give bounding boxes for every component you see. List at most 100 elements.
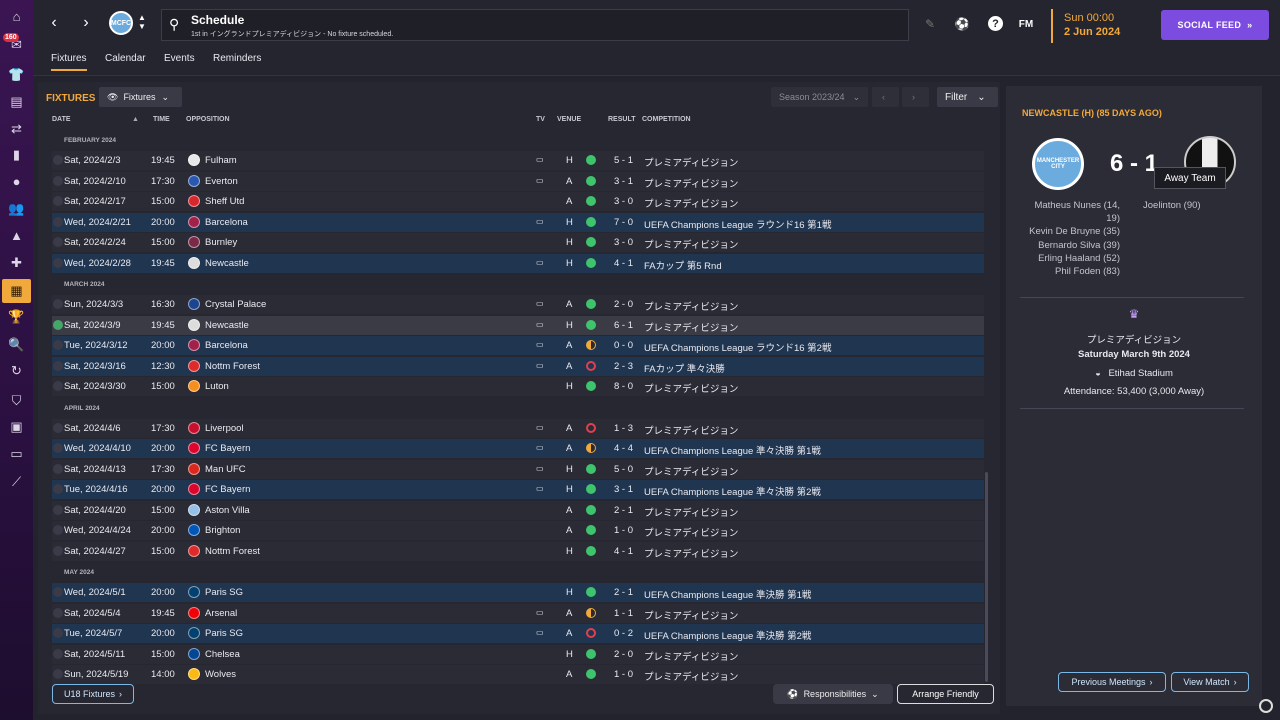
fixture-row[interactable]: Wed, 2024/4/24 20:00 Brighton A 1 - 0 プレミアディビ… — [52, 521, 984, 540]
fixture-competition[interactable]: プレミアディビジョン — [644, 505, 738, 519]
fixture-row[interactable]: Tue, 2024/5/7 20:00 Paris SG ▭ A 0 - 2 UEFA Ch… — [52, 624, 984, 643]
u18-fixtures-button[interactable]: U18 Fixtures › — [52, 684, 134, 704]
col-time[interactable]: TIME — [153, 116, 170, 123]
fixture-opposition[interactable]: FC Bayern — [205, 443, 250, 454]
fixture-opposition[interactable]: Sheff Utd — [205, 196, 244, 207]
fixture-opposition[interactable]: Liverpool — [205, 423, 244, 434]
fixture-score[interactable]: 8 - 0 — [614, 381, 633, 392]
fixture-row[interactable]: Sat, 2024/3/16 12:30 Nottm Forest ▭ A 2 - 3 FA… — [52, 356, 984, 376]
home-scorer[interactable]: 19) — [1106, 213, 1120, 224]
tab-fixtures[interactable]: Fixtures — [51, 53, 87, 71]
fixture-opposition[interactable]: Paris SG — [205, 587, 243, 598]
fixture-competition[interactable]: UEFA Champions League ラウンド16 第2戦 — [644, 340, 831, 354]
home-scorer[interactable]: Phil Foden (83) — [1055, 266, 1120, 277]
fixture-competition[interactable]: プレミアディビジョン — [644, 525, 738, 539]
fixture-row[interactable]: Sat, 2024/4/20 15:00 Aston Villa A 2 - 1 プレミア… — [52, 500, 984, 520]
col-competition[interactable]: COMPETITION — [642, 116, 691, 123]
scrollbar[interactable] — [985, 472, 988, 682]
fixture-score[interactable]: 4 - 1 — [614, 546, 633, 557]
sort-icon[interactable]: ▲ — [132, 116, 139, 123]
match-header[interactable]: NEWCASTLE (H) (85 DAYS AGO) — [1022, 108, 1162, 118]
fixture-opposition[interactable]: Barcelona — [205, 217, 248, 228]
fixture-competition[interactable]: FAカップ 準々決勝 — [644, 361, 725, 375]
social-feed-button[interactable]: SOCIAL FEED » — [1161, 10, 1269, 40]
fixture-row[interactable]: Sat, 2024/2/17 15:00 Sheff Utd A 3 - 0 プレミアディ… — [52, 192, 984, 211]
fixture-row[interactable]: Sat, 2024/3/9 19:45 Newcastle ▭ H 6 - 1 プレミアディ… — [52, 315, 984, 335]
training-icon[interactable]: ▲ — [8, 227, 25, 244]
data-hub-icon[interactable]: ▮ — [8, 146, 25, 163]
fixture-row[interactable]: Sat, 2024/2/3 19:45 Fulham ▭ H 5 - 1 プレミアディビジョ… — [52, 151, 984, 170]
fixture-competition[interactable]: プレミアディビジョン — [644, 669, 738, 683]
search-bar[interactable]: ⚲ Schedule 1st in イングランドプレミアディビジョン - No … — [161, 9, 909, 41]
col-date[interactable]: DATE — [52, 116, 71, 123]
season-next-button[interactable]: › — [902, 87, 929, 107]
staff-icon[interactable]: 👥 — [8, 200, 25, 217]
fixture-score[interactable]: 2 - 3 — [614, 361, 633, 372]
fixture-score[interactable]: 2 - 0 — [614, 649, 633, 660]
help-icon[interactable]: ? — [988, 16, 1003, 31]
fixture-opposition[interactable]: FC Bayern — [205, 484, 250, 495]
col-result[interactable]: RESULT — [608, 116, 635, 123]
fixtures-view-dropdown[interactable]: 👁 Fixtures ⌄ — [99, 87, 182, 107]
fixture-score[interactable]: 7 - 0 — [614, 217, 633, 228]
fixture-row[interactable]: Wed, 2024/2/28 19:45 Newcastle ▭ H 4 - 1 FAカップ… — [52, 253, 984, 273]
match-competition[interactable]: プレミアディビジョン — [1006, 332, 1262, 346]
tab-reminders[interactable]: Reminders — [213, 53, 261, 71]
fixture-opposition[interactable]: Fulham — [205, 155, 237, 166]
fixture-competition[interactable]: プレミアディビジョン — [644, 649, 738, 663]
fixture-competition[interactable]: プレミアディビジョン — [644, 423, 738, 437]
fixture-competition[interactable]: プレミアディビジョン — [644, 546, 738, 560]
fixture-row[interactable]: Sat, 2024/4/27 15:00 Nottm Forest H 4 - 1 プレミ… — [52, 541, 984, 561]
fixture-score[interactable]: 5 - 0 — [614, 464, 633, 475]
fixture-score[interactable]: 2 - 1 — [614, 505, 633, 516]
fixture-score[interactable]: 2 - 0 — [614, 299, 633, 310]
fixture-row[interactable]: Sun, 2024/3/3 16:30 Crystal Palace ▭ A 2 - 0 プ… — [52, 295, 984, 314]
fixture-competition[interactable]: プレミアディビジョン — [644, 237, 738, 251]
fixture-score[interactable]: 2 - 1 — [614, 587, 633, 598]
fixture-opposition[interactable]: Paris SG — [205, 628, 243, 639]
tab-calendar[interactable]: Calendar — [105, 53, 146, 71]
schedule-icon[interactable]: ▦ — [2, 279, 31, 303]
medical-icon[interactable]: ✚ — [8, 254, 25, 271]
away-scorer[interactable]: Joelinton (90) — [1143, 200, 1201, 211]
fixture-row[interactable]: Wed, 2024/2/21 20:00 Barcelona ▭ H 7 - 0 UEFA … — [52, 212, 984, 232]
fixture-row[interactable]: Sat, 2024/5/11 15:00 Chelsea H 2 - 0 プレミアディビジ… — [52, 644, 984, 664]
fixture-opposition[interactable]: Newcastle — [205, 258, 249, 269]
home-scorer[interactable]: Kevin De Bruyne (35) — [1029, 226, 1120, 237]
fm-menu-button[interactable]: FM — [1017, 15, 1035, 33]
view-match-button[interactable]: View Match › — [1171, 672, 1249, 692]
fixture-opposition[interactable]: Aston Villa — [205, 505, 250, 516]
fixture-competition[interactable]: UEFA Champions League 準々決勝 第2戦 — [644, 484, 821, 498]
fixture-score[interactable]: 3 - 1 — [614, 176, 633, 187]
tactics-icon[interactable]: ▤ — [8, 93, 25, 110]
fixture-competition[interactable]: プレミアディビジョン — [644, 196, 738, 210]
home-team-crest[interactable]: MANCHESTER CITY — [1032, 138, 1084, 190]
fixture-row[interactable]: Sat, 2024/2/24 15:00 Burnley H 3 - 0 プレミアディビジ… — [52, 233, 984, 252]
fixture-row[interactable]: Sat, 2024/3/30 15:00 Luton H 8 - 0 プレミアディビジョン — [52, 377, 984, 396]
fixture-opposition[interactable]: Burnley — [205, 237, 237, 248]
col-tv[interactable]: TV — [536, 116, 545, 123]
stadium-name[interactable]: Etihad Stadium — [1108, 368, 1172, 379]
fixture-opposition[interactable]: Chelsea — [205, 649, 240, 660]
tab-events[interactable]: Events — [164, 53, 195, 71]
transfers-alt-icon[interactable]: ⟋ — [8, 473, 25, 490]
fixture-competition[interactable]: プレミアディビジョン — [644, 381, 738, 395]
dev-centre-icon[interactable]: ▭ — [8, 445, 25, 462]
home-scorer[interactable]: Bernardo Silva (39) — [1038, 240, 1120, 251]
col-venue[interactable]: VENUE — [557, 116, 581, 123]
fixture-opposition[interactable]: Barcelona — [205, 340, 248, 351]
fixture-opposition[interactable]: Arsenal — [205, 608, 237, 619]
fixture-score[interactable]: 3 - 1 — [614, 484, 633, 495]
fixture-competition[interactable]: UEFA Champions League 準決勝 第2戦 — [644, 628, 811, 642]
fixture-score[interactable]: 1 - 0 — [614, 669, 633, 680]
dynamics-icon[interactable]: ● — [8, 173, 25, 190]
responsibilities-button[interactable]: ⚽ Responsibilities ⌄ — [773, 684, 893, 704]
fixture-opposition[interactable]: Man UFC — [205, 464, 246, 475]
trophy-icon[interactable]: ⚽ — [953, 15, 971, 33]
fixture-competition[interactable]: プレミアディビジョン — [644, 176, 738, 190]
fixture-competition[interactable]: プレミアディビジョン — [644, 320, 738, 334]
fixture-row[interactable]: Sat, 2024/2/10 17:30 Everton ▭ A 3 - 1 プレミアディビ… — [52, 171, 984, 191]
filter-button[interactable]: Filter ⌄ — [937, 87, 998, 107]
fixture-opposition[interactable]: Brighton — [205, 525, 240, 536]
home-icon[interactable]: ⌂ — [8, 8, 25, 25]
